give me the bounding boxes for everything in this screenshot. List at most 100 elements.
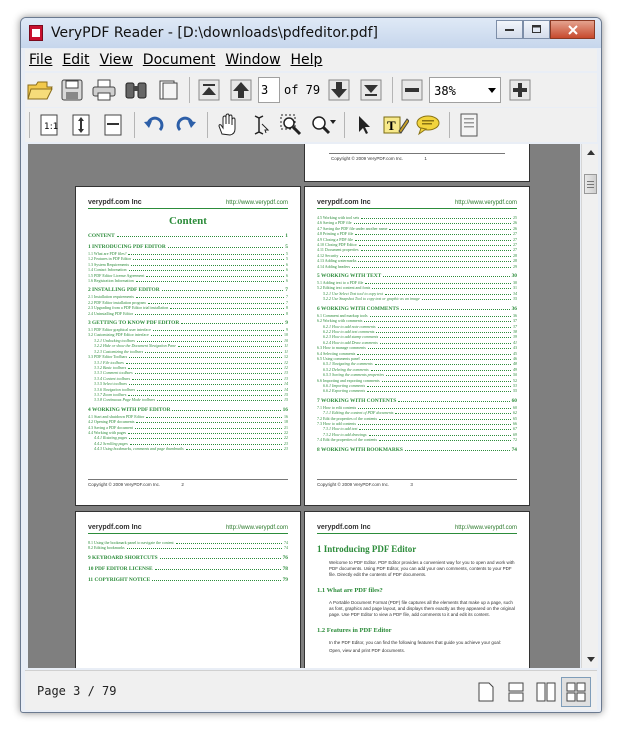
toc-entry-title: 4.14 Adding headers — [317, 263, 350, 269]
minimize-button[interactable] — [496, 20, 523, 39]
toc-leader-dots — [384, 293, 511, 295]
toc-leader-dots — [395, 413, 511, 415]
text-edit-pencil-icon: T — [383, 116, 409, 134]
toolbar-separator — [392, 77, 394, 103]
toc-leader-dots — [358, 245, 511, 247]
menu-help[interactable]: Help — [291, 52, 323, 68]
toc-entry-page: 74 — [284, 545, 288, 551]
chapter-heading: 1 Introducing PDF Editor — [317, 544, 417, 554]
toc-leader-dots — [421, 299, 511, 301]
toc-leader-dots — [340, 255, 511, 257]
previous-page-button[interactable] — [226, 75, 256, 105]
single-page-button[interactable] — [471, 677, 501, 707]
toc-entry-page: 29 — [513, 263, 517, 269]
zoom-out-button[interactable] — [397, 75, 427, 105]
document-viewport[interactable]: Copyright © 2009 VeryPDF.com Inc. 1 very… — [28, 144, 580, 668]
maximize-icon — [531, 25, 541, 33]
toc-entry-page: 7 — [285, 287, 288, 294]
scroll-down-button[interactable] — [582, 651, 599, 668]
toc-leader-dots — [355, 234, 511, 236]
vertical-scrollbar[interactable] — [581, 144, 598, 668]
toc-entry-title: 3 GETTING TO KNOW PDF EDITOR — [88, 320, 180, 327]
toc-entry-title: 7 WORKING WITH CONTENTS — [317, 397, 397, 404]
add-text-button[interactable]: T — [381, 110, 411, 140]
toc-leader-dots — [177, 346, 283, 348]
chevron-up-icon — [586, 150, 595, 155]
toc-leader-dots — [146, 416, 282, 418]
toc-leader-dots — [129, 443, 282, 445]
page-2: verypdf.com Inc http://www.verypdf.com C… — [75, 186, 301, 506]
next-page-button[interactable] — [324, 75, 354, 105]
toc-leader-dots — [357, 353, 511, 355]
toc-leader-dots — [379, 418, 511, 420]
maximize-button[interactable] — [523, 20, 550, 39]
document-properties-button[interactable] — [454, 110, 484, 140]
scroll-up-button[interactable] — [582, 144, 599, 161]
find-button[interactable] — [121, 75, 151, 105]
menu-window[interactable]: Window — [225, 52, 280, 68]
toc-entry-title: 7.4 Edit the properties of the contents — [317, 437, 378, 443]
toc-entry-title: 10 PDF EDITOR LICENSE — [88, 565, 153, 572]
toc-leader-dots — [131, 264, 284, 266]
last-page-icon — [360, 79, 382, 101]
first-page-button[interactable] — [194, 75, 224, 105]
toc-leader-dots — [136, 340, 282, 342]
app-window: VeryPDF Reader - [D:\downloads\pdfeditor… — [20, 17, 602, 713]
toc-leader-dots — [354, 239, 511, 241]
close-button[interactable] — [550, 20, 595, 39]
facing-button[interactable] — [531, 677, 561, 707]
continuous-button[interactable] — [501, 677, 531, 707]
toc-entry: 1.6 Registration Information 6 — [88, 278, 288, 283]
title-bar: VeryPDF Reader - [D:\downloads\pdfeditor… — [21, 18, 601, 48]
scrollbar-thumb[interactable] — [584, 174, 597, 194]
menu-help-label: Help — [290, 52, 323, 68]
menu-file[interactable]: File — [29, 52, 52, 68]
rotate-right-button[interactable] — [171, 110, 201, 140]
rotate-left-button[interactable] — [139, 110, 169, 140]
print-button[interactable] — [89, 75, 119, 105]
toc-leader-dots — [135, 427, 282, 429]
secondary-toolbar: 1:1 T — [25, 108, 597, 142]
toolbar-separator — [29, 112, 30, 138]
add-comment-button[interactable] — [413, 110, 443, 140]
toc-entry: 10 PDF EDITOR LICENSE 78 — [88, 566, 288, 573]
page-4: verypdf.com Inc http://www.verypdf.com 8… — [75, 511, 301, 668]
menu-edit[interactable]: Edit — [62, 52, 89, 68]
zoom-select[interactable]: 38% — [429, 77, 502, 103]
toc-entry: 8.2 Editing bookmarks 74 — [88, 545, 288, 550]
menu-document-label: Document — [142, 52, 216, 68]
toc-leader-dots — [367, 391, 511, 393]
toolbar-separator — [449, 112, 450, 138]
page-setup-button[interactable] — [153, 75, 183, 105]
select-text-button[interactable] — [244, 110, 274, 140]
single-page-icon — [478, 682, 494, 702]
continuous-facing-icon — [566, 682, 586, 702]
save-button[interactable] — [57, 75, 87, 105]
toc-entry-page: 74 — [511, 446, 517, 453]
fit-page-button[interactable] — [66, 110, 96, 140]
toc-entry: CONTENT 1 — [88, 233, 288, 240]
menu-document[interactable]: Document — [143, 52, 216, 68]
continuous-facing-button[interactable] — [561, 677, 591, 707]
page-header: verypdf.com Inc http://www.verypdf.com — [88, 199, 288, 206]
snapshot-button[interactable] — [276, 110, 306, 140]
page-3: verypdf.com Inc http://www.verypdf.com 4… — [304, 186, 530, 506]
select-object-button[interactable] — [349, 110, 379, 140]
open-button[interactable] — [25, 75, 55, 105]
last-page-button[interactable] — [356, 75, 386, 105]
zoom-tool-button[interactable] — [308, 110, 338, 140]
toc-entry-title: 2.4 Uninstalling PDF Editor — [88, 310, 134, 316]
toc-leader-dots — [172, 409, 281, 411]
body-paragraph: A Portable Document Format (PDF) file ca… — [329, 600, 515, 617]
hand-tool-button[interactable] — [212, 110, 242, 140]
toc-leader-dots — [161, 290, 284, 292]
toc-leader-dots — [152, 579, 281, 581]
actual-size-button[interactable]: 1:1 — [34, 110, 64, 140]
page-number-input[interactable] — [258, 77, 280, 103]
menu-view[interactable]: View — [100, 52, 133, 68]
toc-leader-dots — [134, 373, 282, 375]
header-rule — [88, 533, 288, 534]
open-folder-icon — [27, 81, 53, 100]
zoom-in-button[interactable] — [505, 75, 535, 105]
fit-width-button[interactable] — [98, 110, 128, 140]
